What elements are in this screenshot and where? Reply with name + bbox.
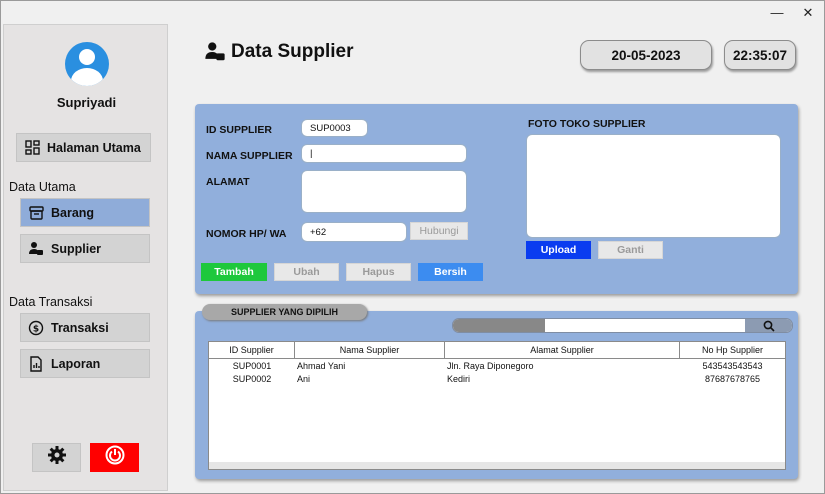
settings-button[interactable]	[32, 443, 81, 472]
svg-text:$: $	[33, 324, 39, 334]
table-row[interactable]: SUP0002 Ani Kediri 87687678765	[209, 372, 785, 385]
cell-address: Jln. Raya Diponegoro	[447, 360, 534, 371]
phone-label: NOMOR HP/ WA	[206, 228, 287, 240]
money-icon: $	[27, 319, 45, 337]
photo-box	[526, 134, 781, 238]
section-master: Data Utama	[9, 180, 76, 194]
bersih-button[interactable]: Bersih	[418, 263, 483, 281]
minimize-button[interactable]: —	[767, 5, 787, 20]
supplier-icon	[27, 240, 45, 258]
cell-name: Ani	[297, 373, 311, 384]
gear-icon	[47, 445, 67, 470]
date-display: 20-05-2023	[580, 40, 712, 70]
tambah-button[interactable]: Tambah	[201, 263, 267, 281]
id-field[interactable]: SUP0003	[301, 119, 368, 137]
col-name[interactable]: Nama Supplier	[295, 342, 445, 358]
page-header: Data Supplier	[204, 41, 353, 63]
upload-button[interactable]: Upload	[526, 241, 591, 259]
supplier-table[interactable]: ID Supplier Nama Supplier Alamat Supplie…	[208, 341, 786, 470]
search-input[interactable]	[452, 318, 793, 333]
supplier-label: Supplier	[51, 241, 102, 256]
search-progress	[453, 319, 545, 332]
phone-field[interactable]: +62	[301, 222, 407, 242]
cell-phone: 87687678765	[704, 373, 761, 384]
sidebar: Supriyadi Halaman Utama Data Utama Baran…	[3, 24, 168, 491]
col-address[interactable]: Alamat Supplier	[445, 342, 680, 358]
table-header: ID Supplier Nama Supplier Alamat Supplie…	[209, 342, 785, 359]
dashboard-icon	[23, 139, 41, 157]
close-button[interactable]: ✕	[798, 5, 818, 21]
cell-address: Kediri	[447, 373, 471, 384]
table-row[interactable]: SUP0001 Ahmad Yani Jln. Raya Diponegoro …	[209, 359, 785, 372]
address-field[interactable]	[301, 170, 467, 213]
selected-supplier-tab[interactable]: SUPPLIER YANG DIPILIH	[202, 304, 367, 320]
search-icon[interactable]	[745, 319, 792, 332]
nav-transaksi[interactable]: $ Transaksi	[20, 313, 150, 342]
nav-barang[interactable]: Barang	[20, 198, 150, 227]
cell-name: Ahmad Yani	[297, 360, 346, 371]
home-label: Halaman Utama	[47, 140, 141, 155]
col-id[interactable]: ID Supplier	[209, 342, 295, 358]
horizontal-scrollbar[interactable]	[209, 462, 785, 469]
laporan-label: Laporan	[51, 356, 101, 371]
user-avatar-icon	[65, 42, 109, 86]
transaksi-label: Transaksi	[51, 320, 109, 335]
ubah-button[interactable]: Ubah	[274, 263, 339, 281]
logout-button[interactable]	[90, 443, 139, 472]
id-label: ID SUPPLIER	[206, 124, 272, 136]
power-icon	[105, 445, 125, 470]
report-icon	[27, 355, 45, 373]
section-transaksi: Data Transaksi	[9, 295, 93, 309]
cell-id: SUP0002	[232, 373, 272, 384]
ganti-button[interactable]: Ganti	[598, 241, 663, 259]
home-button[interactable]: Halaman Utama	[16, 133, 151, 162]
nav-supplier[interactable]: Supplier	[20, 234, 150, 263]
box-icon	[27, 204, 45, 222]
hubungi-button[interactable]: Hubungi	[410, 222, 468, 240]
photo-label: FOTO TOKO SUPPLIER	[528, 118, 646, 130]
barang-label: Barang	[51, 205, 95, 220]
page-title: Data Supplier	[231, 41, 354, 62]
nav-laporan[interactable]: Laporan	[20, 349, 150, 378]
address-label: ALAMAT	[206, 176, 250, 188]
cell-phone: 543543543543	[702, 360, 763, 371]
time-display: 22:35:07	[724, 40, 796, 70]
username: Supriyadi	[56, 95, 117, 110]
name-label: NAMA SUPPLIER	[206, 150, 293, 162]
supplier-icon	[204, 41, 226, 63]
name-field[interactable]: |	[301, 144, 467, 163]
cell-id: SUP0001	[232, 360, 272, 371]
hapus-button[interactable]: Hapus	[346, 263, 411, 281]
col-phone[interactable]: No Hp Supplier	[680, 342, 785, 358]
